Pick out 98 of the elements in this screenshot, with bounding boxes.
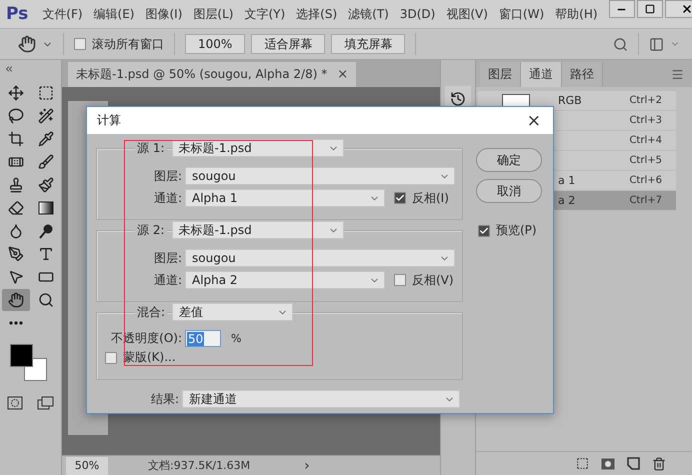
channel-name: a 1 <box>558 174 576 187</box>
channel-shortcut: Ctrl+4 <box>629 135 662 146</box>
load-selection-button[interactable] <box>576 457 589 470</box>
blending-label: 混合: <box>135 304 168 320</box>
menu-item[interactable]: 图层(L) <box>193 6 234 22</box>
channel-shortcut: Ctrl+5 <box>629 155 662 166</box>
source-label: 源 2: <box>135 222 166 238</box>
tab-close[interactable]: × <box>337 67 348 82</box>
menu-item[interactable]: 图像(I) <box>146 6 182 22</box>
minimize-button[interactable] <box>608 0 635 18</box>
channel-shortcut: Ctrl+6 <box>629 175 662 186</box>
type-icon <box>38 246 54 262</box>
panel-tab[interactable]: 路径 <box>562 62 603 87</box>
menu-item[interactable]: 文字(Y) <box>244 6 286 22</box>
lasso-icon <box>8 108 24 124</box>
channel-name: RGB <box>558 94 582 107</box>
menu-item[interactable]: 视图(V) <box>446 6 488 22</box>
menu-item[interactable]: 窗口(W) <box>498 6 544 22</box>
layer-label: 图层: <box>152 250 183 266</box>
menu-item[interactable]: 帮助(H) <box>555 6 598 22</box>
brush-icon <box>38 154 54 170</box>
channel-shortcut: Ctrl+7 <box>629 195 662 206</box>
percent-unit: % <box>231 332 242 345</box>
droplet-icon <box>8 223 24 239</box>
dialog-title: 计算 <box>97 112 121 129</box>
dialog-button[interactable]: 确定 <box>476 148 542 172</box>
menu-item[interactable]: 编辑(E) <box>94 6 134 22</box>
pointer-icon <box>8 269 24 285</box>
menu-icon[interactable] <box>671 68 684 81</box>
eyedropper-icon <box>38 131 54 147</box>
status-arrow[interactable]: › <box>304 458 310 474</box>
eraser-icon <box>8 200 24 216</box>
channel-row[interactable]: RGB Ctrl+2 <box>478 91 676 110</box>
dropdown[interactable]: sougou <box>185 249 455 267</box>
app-logo: Ps <box>6 4 28 24</box>
channel-label: 通道: <box>152 272 183 288</box>
channel-label: 通道: <box>152 190 183 206</box>
dialog-close-button[interactable]: × <box>524 110 543 130</box>
channel-shortcut: Ctrl+2 <box>629 95 662 106</box>
zoom-field[interactable]: 50% <box>66 456 108 474</box>
gradient-icon <box>38 200 54 216</box>
hand-icon[interactable] <box>18 35 36 53</box>
hand-icon <box>8 292 24 308</box>
menu-item[interactable]: 文件(F) <box>42 6 83 22</box>
zoom-button[interactable]: 适合屏幕 <box>251 34 326 54</box>
dropdown[interactable]: 未标题-1.psd <box>172 139 344 157</box>
search-icon[interactable] <box>613 36 628 52</box>
checkbox[interactable] <box>394 274 406 286</box>
opacity-field[interactable]: 50 <box>185 330 221 347</box>
move-icon <box>8 85 24 101</box>
workspace-icon[interactable] <box>649 36 664 52</box>
maximize-icon <box>644 4 655 14</box>
result-label: 结果: <box>150 390 180 408</box>
dropdown[interactable]: 差值 <box>172 303 294 321</box>
dialog-button[interactable]: 取消 <box>476 179 542 203</box>
checkbox-label: 滚动所有窗口 <box>92 36 164 52</box>
checkbox[interactable] <box>105 352 117 364</box>
checkbox[interactable] <box>478 224 490 236</box>
dropdown[interactable]: 新建通道 <box>182 390 460 408</box>
zoom-button[interactable]: 100% <box>185 34 246 54</box>
panel-tab[interactable]: 通道 <box>521 62 562 87</box>
invert-label: 反相(I) <box>412 190 449 206</box>
channel-name: a 2 <box>558 194 576 207</box>
dropdown[interactable]: 未标题-1.psd <box>172 221 344 239</box>
pin-icon <box>38 223 54 239</box>
screen-mode-icon[interactable] <box>36 396 54 410</box>
menu-item[interactable]: 3D(D) <box>400 7 436 21</box>
preview-label: 预览(P) <box>496 222 537 239</box>
menu-item[interactable]: 滤镜(T) <box>348 6 389 22</box>
mask-button[interactable] <box>601 458 615 470</box>
maximize-button[interactable] <box>636 0 663 18</box>
stamp-icon <box>8 177 24 193</box>
new-channel-button[interactable] <box>627 457 640 470</box>
zoom-icon <box>38 292 54 308</box>
dropdown[interactable]: Alpha 1 <box>185 189 385 207</box>
layer-label: 图层: <box>152 168 183 184</box>
crop-icon <box>8 131 24 147</box>
dropdown[interactable]: sougou <box>185 167 455 185</box>
delete-button[interactable] <box>652 456 666 470</box>
dashed-square-icon <box>38 85 54 101</box>
collapse-icon[interactable] <box>4 64 14 74</box>
paintbrush-icon <box>38 177 54 193</box>
checkbox[interactable] <box>394 192 406 204</box>
channel-shortcut: Ctrl+3 <box>629 115 662 126</box>
pen-icon <box>8 246 24 262</box>
dropdown[interactable]: Alpha 2 <box>185 271 385 289</box>
ellipsis-icon <box>8 321 22 325</box>
tool-button[interactable] <box>2 289 30 311</box>
document-info: 文档:937.5K/1.63M <box>148 458 250 473</box>
close-icon <box>680 3 692 15</box>
menu-item[interactable]: 选择(S) <box>296 6 338 22</box>
panel-tab[interactable]: 图层 <box>480 62 521 87</box>
document-tab[interactable]: 未标题-1.psd @ 50% (sougou, Alpha 2/8) * × <box>68 62 356 87</box>
checkbox[interactable] <box>74 38 86 50</box>
quick-mask-icon[interactable] <box>6 396 22 410</box>
wand-icon <box>38 108 54 124</box>
invert-label: 反相(V) <box>412 272 454 288</box>
zoom-button[interactable]: 填充屏幕 <box>331 34 406 54</box>
